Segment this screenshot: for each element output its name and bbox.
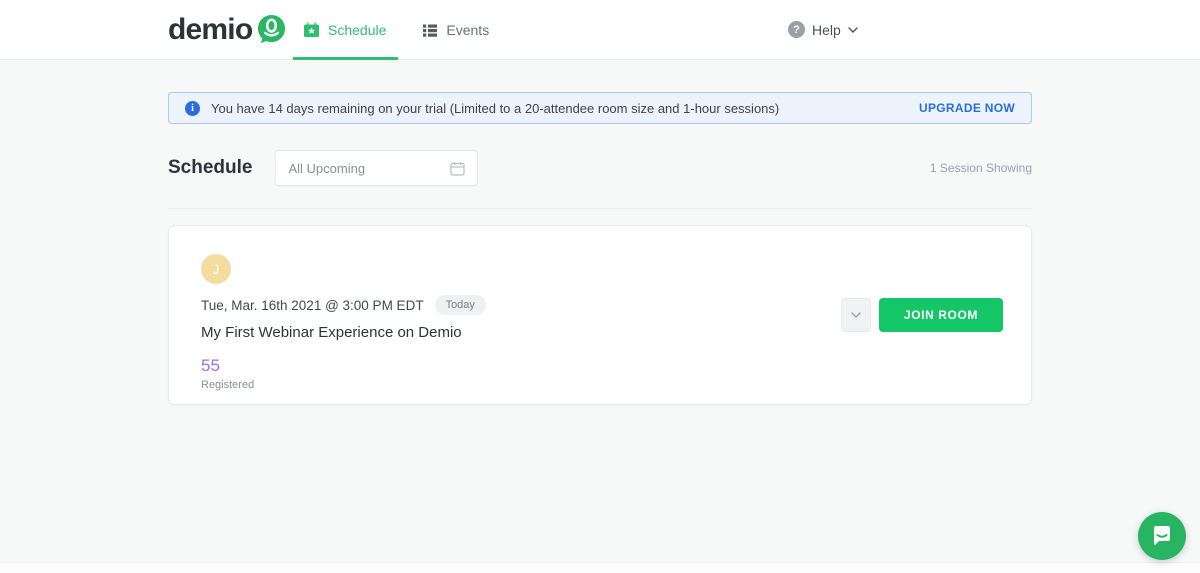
demio-logo[interactable]: demio — [168, 13, 288, 47]
session-count: 1 Session Showing — [929, 161, 1032, 175]
registered-count: 55 — [201, 356, 220, 375]
page-title: Schedule — [168, 157, 253, 178]
tab-schedule-label: Schedule — [328, 21, 387, 38]
section-divider — [168, 208, 1032, 209]
session-card: J Tue, Mar. 16th 2021 @ 3:00 PM EDT Toda… — [168, 225, 1032, 405]
chat-bubble-icon — [1150, 524, 1174, 548]
main-content: i You have 14 days remaining on your tri… — [168, 92, 1032, 405]
tab-events[interactable]: Events — [422, 0, 489, 59]
avatar: J — [201, 254, 231, 284]
list-icon — [422, 22, 438, 38]
tab-events-label: Events — [446, 21, 490, 38]
registered-stats: 55 Registered — [201, 356, 999, 391]
today-badge: Today — [434, 295, 486, 315]
trial-message: You have 14 days remaining on your trial… — [211, 100, 780, 116]
date-filter-select[interactable]: All Upcoming — [275, 150, 479, 186]
chat-launcher-button[interactable] — [1138, 512, 1186, 560]
session-datetime: Tue, Mar. 16th 2021 @ 3:00 PM EDT — [201, 297, 424, 313]
schedule-header-row: Schedule All Upcoming 1 Session Showing — [168, 150, 1032, 186]
demio-bubble-icon — [255, 13, 288, 46]
calendar-star-icon — [303, 21, 320, 38]
join-room-button[interactable]: JOIN ROOM — [878, 298, 1003, 332]
main-nav: Schedule Events — [292, 0, 489, 60]
session-actions: JOIN ROOM — [840, 298, 1003, 332]
chevron-down-icon — [848, 26, 858, 33]
footer-strip — [0, 562, 1200, 573]
top-navbar: demio Schedule Events ? Help — [0, 0, 1200, 60]
calendar-icon — [450, 161, 466, 176]
upgrade-now-link[interactable]: UPGRADE NOW — [919, 101, 1015, 115]
trial-banner: i You have 14 days remaining on your tri… — [168, 92, 1032, 124]
logo-wordmark: demio — [168, 12, 253, 46]
help-label: Help — [812, 21, 841, 38]
info-icon: i — [185, 100, 200, 116]
session-options-dropdown-button[interactable] — [840, 298, 871, 332]
registered-label: Registered — [201, 379, 255, 391]
filter-value: All Upcoming — [288, 160, 366, 176]
question-mark-icon: ? — [788, 21, 805, 38]
help-menu[interactable]: ? Help — [788, 0, 858, 59]
tab-schedule[interactable]: Schedule — [292, 0, 399, 60]
